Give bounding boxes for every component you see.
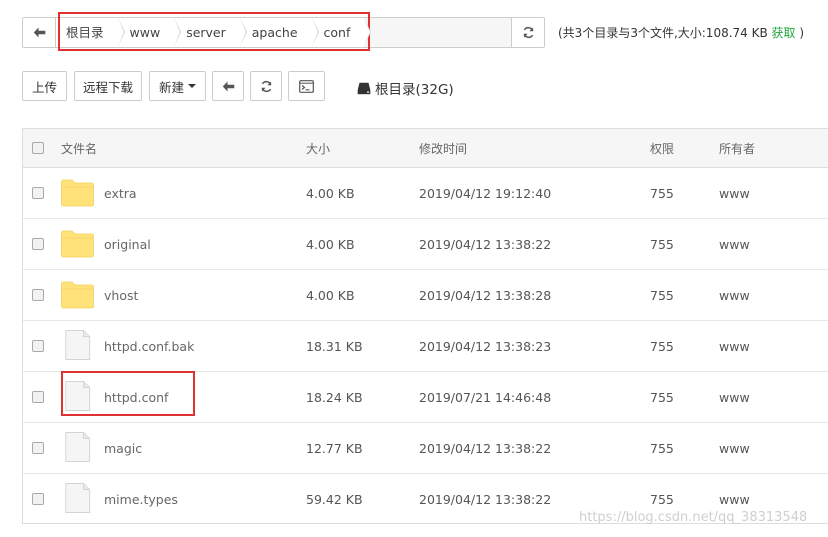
table-row[interactable]: original 4.00 KB 2019/04/12 13:38:22 755… <box>23 219 828 270</box>
arrow-left-icon <box>222 81 234 91</box>
refresh-button[interactable] <box>250 71 282 101</box>
file-size: 4.00 KB <box>306 237 355 252</box>
row-checkbox[interactable] <box>32 289 44 301</box>
file-name[interactable]: mime.types <box>104 474 178 525</box>
file-icon <box>65 432 91 462</box>
remote-download-button[interactable]: 远程下载 <box>74 71 142 101</box>
file-owner[interactable]: www <box>719 168 750 219</box>
file-owner[interactable]: www <box>719 423 750 474</box>
hdd-icon <box>357 82 371 94</box>
file-size: 4.00 KB <box>306 288 355 303</box>
row-checkbox[interactable] <box>32 493 44 505</box>
table-row[interactable]: httpd.conf.bak 18.31 KB 2019/04/12 13:38… <box>23 321 828 372</box>
file-modified: 2019/04/12 13:38:22 <box>419 441 552 456</box>
column-header-permission[interactable]: 权限 <box>650 129 674 168</box>
file-permission[interactable]: 755 <box>650 270 674 321</box>
upload-button[interactable]: 上传 <box>22 71 67 101</box>
refresh-icon <box>261 80 271 92</box>
terminal-button[interactable] <box>288 71 325 101</box>
summary-text: (共3个目录与3个文件,大小:108.74 KB <box>558 26 768 40</box>
row-checkbox[interactable] <box>32 391 44 403</box>
breadcrumb-item-conf[interactable]: conf <box>311 18 372 47</box>
file-name[interactable]: httpd.conf <box>104 372 168 423</box>
file-modified: 2019/04/12 13:38:23 <box>419 339 552 354</box>
column-header-owner[interactable]: 所有者 <box>719 129 755 168</box>
column-header-modified[interactable]: 修改时间 <box>419 129 467 168</box>
breadcrumb-item-root[interactable]: 根目录 <box>56 18 124 47</box>
file-owner[interactable]: www <box>719 219 750 270</box>
file-modified: 2019/04/12 13:38:22 <box>419 492 552 507</box>
folder-icon <box>61 281 94 309</box>
file-icon <box>65 483 91 513</box>
file-modified: 2019/07/21 14:46:48 <box>419 390 552 405</box>
file-size: 12.77 KB <box>306 441 363 456</box>
column-header-size[interactable]: 大小 <box>306 129 330 168</box>
file-icon <box>65 330 91 360</box>
file-modified: 2019/04/12 13:38:22 <box>419 237 552 252</box>
file-size: 18.31 KB <box>306 339 363 354</box>
new-dropdown-button[interactable]: 新建 <box>149 71 206 101</box>
arrow-left-icon <box>33 27 45 38</box>
new-button-label: 新建 <box>158 79 184 95</box>
disk-indicator[interactable]: 根目录(32G) <box>357 78 454 98</box>
file-modified: 2019/04/12 13:38:28 <box>419 288 552 303</box>
file-name[interactable]: vhost <box>104 270 138 321</box>
row-checkbox[interactable] <box>32 442 44 454</box>
file-name[interactable]: extra <box>104 168 137 219</box>
file-size: 4.00 KB <box>306 186 355 201</box>
table-row[interactable]: vhost 4.00 KB 2019/04/12 13:38:28 755 ww… <box>23 270 828 321</box>
back-button[interactable] <box>212 71 244 101</box>
path-bar: 根目录 www server apache conf <box>22 17 545 48</box>
table-row[interactable]: magic 12.77 KB 2019/04/12 13:38:22 755 w… <box>23 423 828 474</box>
file-icon <box>65 381 91 411</box>
file-name[interactable]: httpd.conf.bak <box>104 321 194 372</box>
folder-icon <box>61 230 94 258</box>
file-name[interactable]: magic <box>104 423 142 474</box>
row-checkbox[interactable] <box>32 187 44 199</box>
file-permission[interactable]: 755 <box>650 423 674 474</box>
path-refresh-button[interactable] <box>511 18 544 47</box>
file-permission[interactable]: 755 <box>650 321 674 372</box>
breadcrumb: 根目录 www server apache conf <box>56 18 372 47</box>
file-name[interactable]: original <box>104 219 151 270</box>
caret-down-icon <box>188 84 196 88</box>
terminal-icon <box>299 79 314 93</box>
row-checkbox[interactable] <box>32 238 44 250</box>
file-table: 文件名 大小 修改时间 权限 所有者 extra 4.00 KB 2019/04… <box>22 128 828 524</box>
refresh-icon <box>523 26 533 39</box>
disk-label: 根目录(32G) <box>375 82 454 98</box>
summary-close: ) <box>799 26 805 40</box>
fetch-size-link[interactable]: 获取 <box>772 26 796 40</box>
file-owner[interactable]: www <box>719 372 750 423</box>
file-owner[interactable]: www <box>719 321 750 372</box>
file-modified: 2019/04/12 19:12:40 <box>419 186 552 201</box>
row-checkbox[interactable] <box>32 340 44 352</box>
breadcrumb-item-apache[interactable]: apache <box>239 18 319 47</box>
watermark: https://blog.csdn.net/qq_38313548 <box>579 510 808 525</box>
breadcrumb-item-server[interactable]: server <box>174 18 247 47</box>
select-all-checkbox[interactable] <box>32 142 44 154</box>
file-permission[interactable]: 755 <box>650 219 674 270</box>
file-size: 18.24 KB <box>306 390 363 405</box>
table-header: 文件名 大小 修改时间 权限 所有者 <box>23 129 828 168</box>
breadcrumb-item-www[interactable]: www <box>117 18 181 47</box>
table-row[interactable]: httpd.conf 18.24 KB 2019/07/21 14:46:48 … <box>23 372 828 423</box>
column-header-name[interactable]: 文件名 <box>61 129 97 168</box>
file-size: 59.42 KB <box>306 492 363 507</box>
file-permission[interactable]: 755 <box>650 372 674 423</box>
path-back-button[interactable] <box>23 18 56 47</box>
table-row[interactable]: extra 4.00 KB 2019/04/12 19:12:40 755 ww… <box>23 168 828 219</box>
file-owner[interactable]: www <box>719 270 750 321</box>
file-permission[interactable]: 755 <box>650 168 674 219</box>
directory-summary: (共3个目录与3个文件,大小:108.74 KB 获取 ) <box>558 24 804 41</box>
folder-icon <box>61 179 94 207</box>
